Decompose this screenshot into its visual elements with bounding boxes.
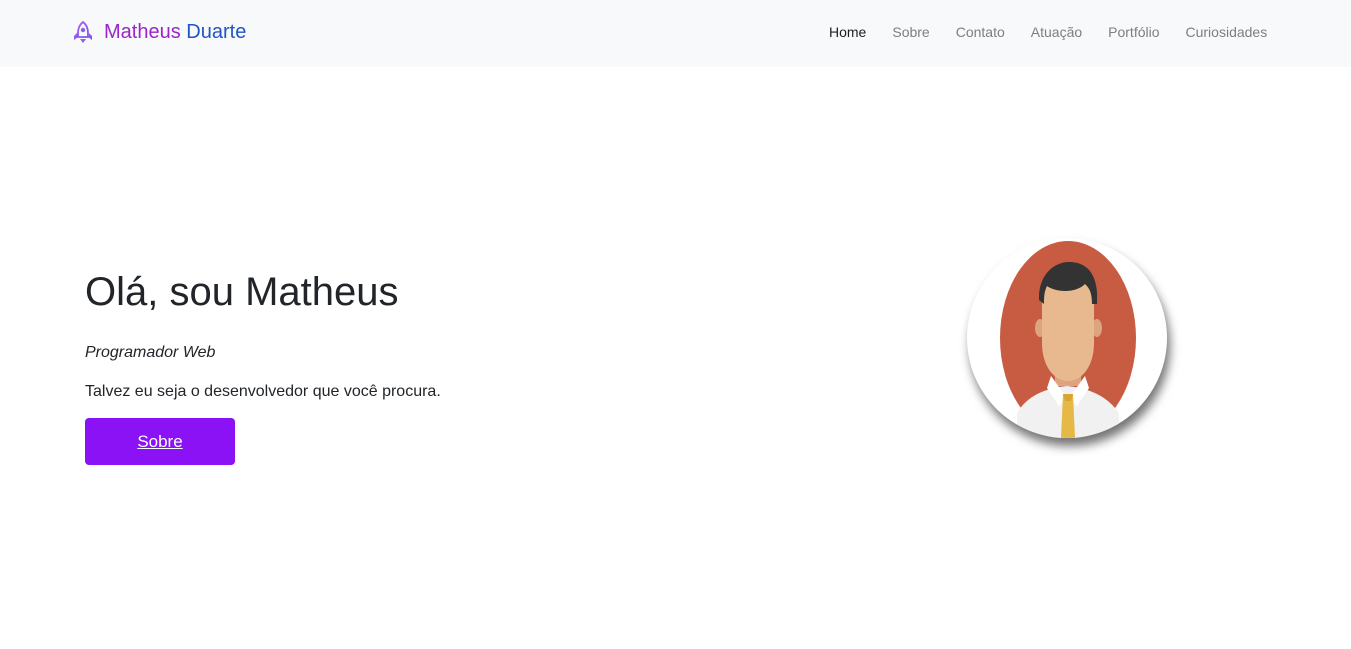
navbar: Matheus Duarte Home Sobre Contato Atuaçã… (0, 0, 1351, 67)
hero-title: Olá, sou Matheus (85, 270, 399, 314)
nav-item-curiosidades[interactable]: Curiosidades (1173, 23, 1281, 41)
nav-item-atuacao[interactable]: Atuação (1018, 23, 1095, 41)
brand-first-name: Matheus (104, 21, 181, 43)
nav-item-portfolio[interactable]: Portfólio (1095, 23, 1172, 41)
brand-name: Matheus Duarte (104, 19, 246, 45)
nav-item-sobre[interactable]: Sobre (879, 23, 942, 41)
nav-links: Home Sobre Contato Atuação Portfólio Cur… (816, 23, 1280, 41)
sobre-button[interactable]: Sobre (85, 418, 235, 465)
nav-item-contato[interactable]: Contato (943, 23, 1018, 41)
brand-link[interactable]: Matheus Duarte (72, 19, 246, 45)
nav-item-home[interactable]: Home (816, 23, 879, 41)
hero-description: Talvez eu seja o desenvolvedor que você … (85, 383, 441, 400)
profile-avatar-illustration (1000, 241, 1136, 438)
hero-role: Programador Web (85, 344, 216, 361)
profile-avatar (967, 238, 1167, 438)
rocket-icon (72, 20, 94, 44)
brand-last-name: Duarte (186, 21, 247, 43)
